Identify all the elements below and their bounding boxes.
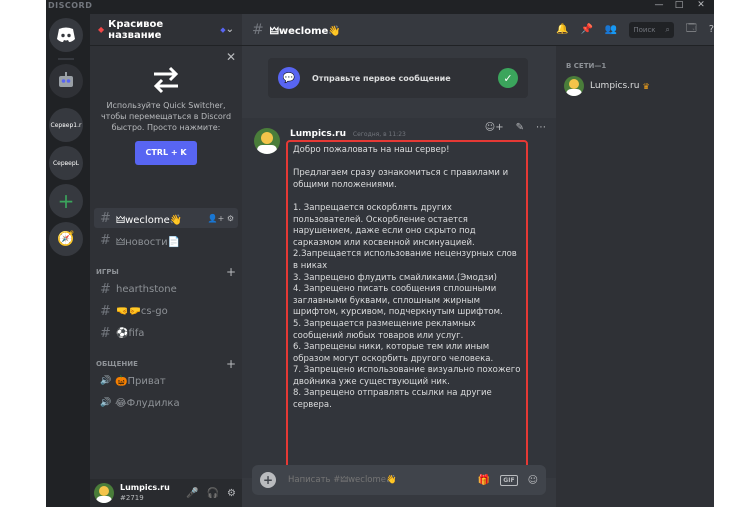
search-icon: ⌕	[665, 24, 670, 34]
gift-icon[interactable]: 🎁	[478, 475, 490, 486]
server-separator	[58, 58, 74, 60]
channel-title: 🜲weclome👋	[269, 26, 341, 37]
channel-item-csgo[interactable]: # 🤜🤛cs-go	[94, 301, 238, 321]
channel-item-news[interactable]: # 🜲новости📄	[94, 230, 238, 250]
members-icon[interactable]: 👥	[605, 24, 617, 35]
channel-label: 🤜🤛cs-go	[116, 305, 168, 317]
server-item-1[interactable]: Сервер1.r	[49, 108, 83, 142]
gear-icon[interactable]: ⚙	[227, 488, 236, 499]
search-placeholder: Поиск	[633, 25, 656, 34]
voice-channel-private[interactable]: 🔊 🎃Приват	[94, 371, 238, 391]
edit-icon[interactable]: ✎	[516, 122, 524, 133]
message-content: Добро пожаловать на наш сервер! Предлага…	[286, 140, 528, 478]
gif-icon[interactable]: GIF	[500, 474, 518, 486]
message-author[interactable]: Lumpics.ru	[290, 129, 346, 139]
help-icon[interactable]: ?	[709, 24, 714, 35]
app-brand: DISCORD	[48, 1, 93, 10]
headphones-icon[interactable]: 🎧	[207, 488, 219, 499]
hash-icon: #	[100, 232, 111, 248]
member-list: В СЕТИ—1 Lumpics.ru ♛	[556, 46, 714, 507]
hash-icon: #	[100, 281, 111, 297]
speaker-icon: 🔊	[100, 398, 112, 408]
chat-area: # 🜲weclome👋 💬 Отправьте первое сообщение…	[242, 14, 556, 507]
channel-label: 😂Флудилка	[115, 397, 180, 409]
robot-icon	[59, 72, 73, 87]
message-input[interactable]	[288, 475, 438, 485]
channel-label: 🜲weclome👋	[116, 214, 183, 226]
channel-header: # 🜲weclome👋	[242, 14, 556, 46]
online-category: В СЕТИ—1	[566, 62, 607, 70]
channel-label: hearthstone	[116, 283, 177, 295]
quick-switcher-promo: ✕ Используйте Quick Switcher, чтобы пере…	[90, 46, 242, 196]
diamond-icon: ◆	[98, 25, 105, 34]
member-name: Lumpics.ru	[590, 81, 640, 91]
discord-home-button[interactable]	[49, 18, 83, 52]
close-window-icon[interactable]: ✕	[694, 0, 708, 10]
attach-plus-icon[interactable]: +	[260, 472, 276, 488]
explore-servers-icon[interactable]: 🧭	[49, 222, 83, 256]
chevron-down-icon[interactable]: ⌄	[226, 24, 234, 35]
voice-channel-flood[interactable]: 🔊 😂Флудилка	[94, 393, 238, 413]
user-tag: #2719	[120, 494, 144, 502]
member-item[interactable]: Lumpics.ru ♛	[564, 76, 650, 96]
hash-icon: #	[100, 325, 111, 341]
microphone-icon[interactable]: 🎤	[186, 488, 198, 499]
quick-switcher-text: Используйте Quick Switcher, чтобы переме…	[100, 101, 232, 132]
crown-icon: ♛	[642, 81, 650, 91]
channel-label: ⚽fifa	[116, 327, 145, 339]
server-item-2[interactable]: СерверL	[49, 146, 83, 180]
search-input[interactable]: Поиск ⌕	[629, 21, 674, 38]
message-avatar[interactable]	[254, 128, 280, 154]
category-label: ИГРЫ	[96, 268, 119, 276]
message-bubble-icon: 💬	[278, 67, 300, 89]
add-channel-icon[interactable]: +	[226, 265, 236, 279]
maximize-icon[interactable]: □	[672, 0, 686, 10]
user-name: Lumpics.ru	[120, 483, 170, 492]
category-chat[interactable]: ОБЩЕНИЕ +	[96, 357, 236, 371]
welcome-task-text: Отправьте первое сообщение	[312, 73, 451, 83]
title-bar: DISCORD — □ ✕	[46, 0, 714, 14]
server-name: Красивое название	[108, 18, 164, 41]
ctrl-k-button[interactable]: CTRL + K	[135, 141, 197, 165]
emoji-icon[interactable]: ☺	[528, 475, 538, 486]
minimize-icon[interactable]: —	[652, 0, 666, 10]
add-server-button[interactable]: +	[49, 184, 83, 218]
avatar	[564, 76, 584, 96]
category-games[interactable]: ИГРЫ +	[96, 265, 236, 279]
header-toolbar: 🔔 📌 👥 Поиск ⌕ 🗔 ?	[556, 14, 714, 46]
add-reaction-icon[interactable]: ☺+	[485, 122, 504, 133]
user-panel: Lumpics.ru #2719 🎤 🎧 ⚙	[90, 479, 242, 507]
hash-icon: #	[100, 210, 111, 226]
discord-logo-icon	[57, 27, 75, 42]
pin-icon[interactable]: 📌	[580, 24, 592, 35]
message-timestamp: Сегодня, в 11:23	[352, 131, 406, 138]
switch-arrows-icon	[153, 66, 179, 94]
inbox-icon[interactable]: 🗔	[686, 21, 697, 38]
add-channel-icon[interactable]: +	[226, 357, 236, 371]
channel-item-hearthstone[interactable]: # hearthstone	[94, 279, 238, 299]
more-icon[interactable]: ⋯	[536, 122, 546, 133]
hash-icon: #	[100, 303, 111, 319]
channel-label: 🎃Приват	[115, 375, 166, 387]
message-composer: + 🎁 GIF ☺	[252, 465, 546, 495]
hash-icon: #	[252, 21, 264, 38]
speaker-icon: 🔊	[100, 376, 112, 386]
message: Lumpics.ru Сегодня, в 11:23 ☺+ ✎ ⋯ Добро…	[242, 118, 556, 478]
welcome-task-card[interactable]: 💬 Отправьте первое сообщение ✓	[268, 58, 528, 98]
channel-label: 🜲новости📄	[116, 236, 181, 248]
channel-item-weclome[interactable]: # 🜲weclome👋 👤+ ⚙	[94, 208, 238, 228]
channel-sidebar: ◆ Красивое название ◆ ⌄ ✕ Используйте Qu…	[90, 14, 242, 507]
bell-icon[interactable]: 🔔	[556, 24, 568, 35]
message-actions: ☺+ ✎ ⋯	[485, 122, 546, 133]
server-list: Сервер1.r СерверL + 🧭	[46, 14, 86, 507]
channel-item-fifa[interactable]: # ⚽fifa	[94, 323, 238, 343]
invite-settings-icons[interactable]: 👤+ ⚙	[208, 214, 234, 223]
close-icon[interactable]: ✕	[226, 50, 236, 64]
bot-server-icon[interactable]	[49, 64, 83, 98]
server-header[interactable]: ◆ Красивое название ◆ ⌄	[90, 14, 242, 46]
category-label: ОБЩЕНИЕ	[96, 360, 138, 368]
discord-window: DISCORD — □ ✕ Сервер1.r СерверL + 🧭 ◆ Кр…	[46, 0, 714, 507]
checkmark-icon: ✓	[498, 68, 518, 88]
avatar[interactable]	[94, 483, 114, 503]
